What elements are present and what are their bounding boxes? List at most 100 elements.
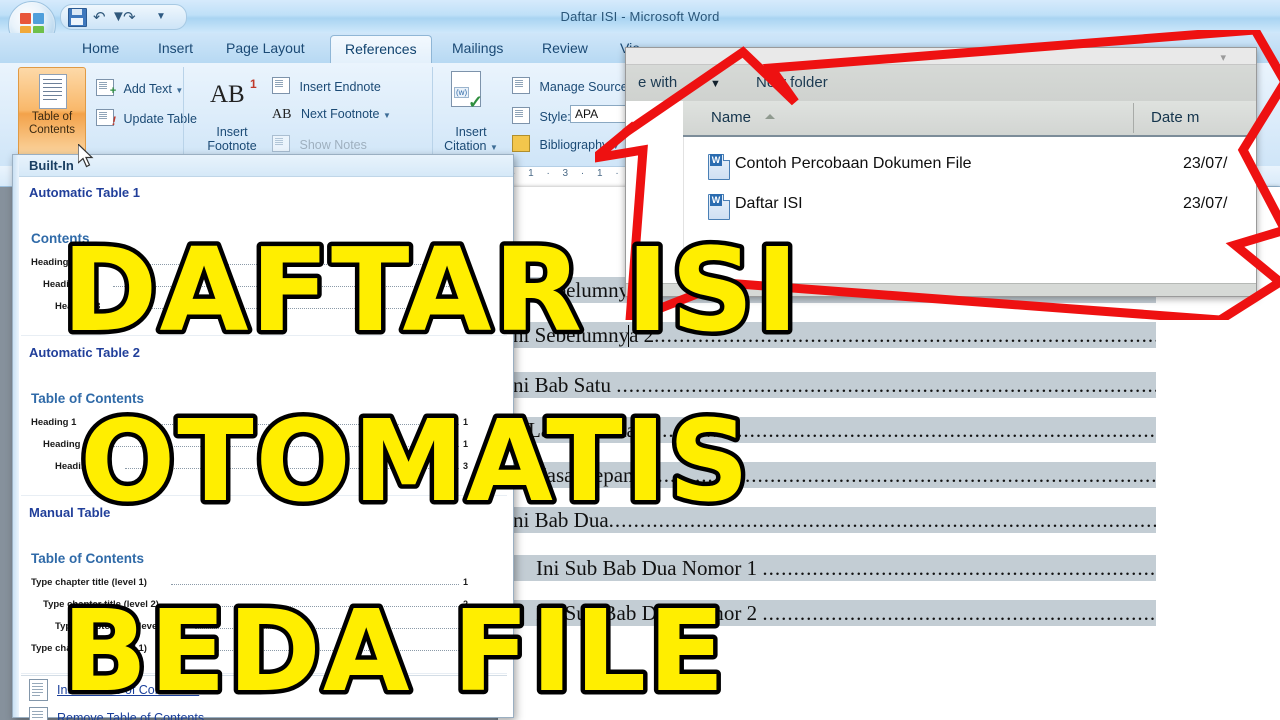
explorer-toolbar: e with ▼ New folder: [626, 65, 1256, 102]
gallery-card-dots: [125, 307, 459, 309]
insert-footnote-superscript: 1: [250, 77, 257, 91]
gallery-card-dots: [99, 263, 459, 265]
gallery-card-row: Heading 2: [43, 279, 89, 290]
toc-leader-dots: ........................................…: [654, 323, 1156, 347]
mouse-cursor-icon: [78, 144, 94, 168]
gallery-card-dots: [171, 649, 459, 651]
redo-icon[interactable]: ↶: [123, 8, 136, 26]
style-selector[interactable]: Style:: [512, 107, 571, 124]
toc-entry-7[interactable]: Ini Sub Bab Dua Nomor 2 ................…: [506, 600, 1156, 626]
gallery-section-automatic-table-2[interactable]: Automatic Table 2: [29, 345, 140, 360]
insert-citation-button[interactable]: Insert Citation ▼: [443, 125, 499, 155]
next-footnote-button[interactable]: AB Next Footnote ▼: [272, 107, 391, 123]
update-table-label: Update Table: [123, 112, 197, 126]
tab-home[interactable]: Home: [68, 35, 133, 63]
update-table-icon: !: [96, 109, 116, 128]
insert-footnote-label2: Footnote: [207, 139, 257, 153]
gallery-section-automatic-table-1[interactable]: Automatic Table 1: [29, 185, 140, 200]
insert-endnote-label: Insert Endnote: [299, 80, 381, 94]
column-divider[interactable]: [1133, 103, 1134, 133]
tab-references[interactable]: References: [330, 35, 432, 64]
gallery-card-num: 1: [463, 279, 469, 289]
show-notes-icon: [272, 135, 290, 152]
window-title: Daftar ISI - Microsoft Word: [560, 9, 720, 24]
explorer-body: Name Date m Contoh Percobaan Dokumen Fil…: [626, 101, 1256, 283]
gallery-card-row: Heading 1: [31, 257, 77, 268]
add-text-label: Add Text: [123, 82, 172, 96]
gallery-card-automatic-table-2[interactable]: Table of Contents Heading 1 1 Heading 2 …: [21, 365, 507, 496]
bibliography-caret-icon[interactable]: ▼: [612, 142, 620, 151]
group-separator-1: [183, 67, 184, 157]
bibliography-button[interactable]: Bibliography ▼: [512, 135, 620, 152]
toc-entry-text: Masa Depan: [528, 463, 634, 487]
column-header-date-modified[interactable]: Date m: [1151, 109, 1199, 126]
gallery-footer-divider: [21, 675, 507, 676]
gallery-card-row: Heading 1: [31, 417, 77, 428]
gallery-card-num: 3: [463, 621, 469, 631]
insert-footnote-glyph: AB: [210, 81, 245, 108]
remove-table-of-contents-item[interactable]: Remove Table of Contents: [57, 711, 204, 720]
column-header-name[interactable]: Name: [711, 109, 751, 126]
quick-access-toolbar: ↶ ▼ ↶ ▼: [60, 4, 187, 30]
text-caret: [628, 325, 629, 347]
toc-leader-dots: ........................................…: [762, 556, 1156, 580]
next-footnote-icon: AB: [272, 107, 292, 122]
file-row-1[interactable]: Daftar ISI 23/07/: [683, 189, 1256, 223]
toc-entry-5[interactable]: Ini Bab Dua.............................…: [506, 507, 1156, 533]
title-bar: Daftar ISI - Microsoft Word ↶ ▼ ↶ ▼: [0, 0, 1280, 49]
manage-sources-button[interactable]: Manage Source: [512, 77, 628, 94]
insert-table-of-contents-item[interactable]: Insert Table of Contents...: [57, 683, 199, 697]
tab-review[interactable]: Review: [528, 35, 602, 63]
share-with-button[interactable]: e with: [638, 74, 677, 91]
screenshot-root: Daftar ISI - Microsoft Word ↶ ▼ ↶ ▼ Home…: [0, 0, 1280, 720]
gallery-card-dots: [125, 467, 459, 469]
toc-entry-text: Ini Sub Bab Dua Nomor 1: [536, 556, 758, 580]
save-icon[interactable]: [68, 8, 87, 27]
gallery-card-manual-table[interactable]: Table of Contents Type chapter title (le…: [21, 525, 507, 674]
file-explorer-window[interactable]: ▾ e with ▼ New folder Name Date m Contoh…: [625, 47, 1257, 297]
insert-citation-caret-icon[interactable]: ▼: [490, 143, 498, 152]
gallery-card-row: Type chapter title (level 1): [31, 577, 147, 588]
gallery-card-num: 1: [463, 417, 469, 427]
file-date-modified: 23/07/: [1183, 195, 1228, 212]
gallery-card-title: Table of Contents: [31, 551, 144, 566]
next-footnote-caret-icon[interactable]: ▼: [383, 111, 391, 120]
toc-entry-3[interactable]: Latar Belakang .........................…: [506, 417, 1156, 443]
table-of-contents-button[interactable]: Table of Contents: [18, 67, 86, 157]
gallery-card-dots: [183, 605, 459, 607]
gallery-card-dots: [113, 445, 459, 447]
file-row-0[interactable]: Contoh Percobaan Dokumen File 23/07/: [683, 149, 1256, 183]
style-icon: [512, 107, 530, 124]
gallery-card-num: 1: [463, 439, 469, 449]
show-notes-label: Show Notes: [299, 138, 367, 152]
toc-entry-text: Ini Sebelumnya 2: [506, 323, 655, 347]
insert-footnote-button[interactable]: Insert Footnote: [204, 125, 260, 153]
toc-entry-6[interactable]: Ini Sub Bab Dua Nomor 1 ................…: [506, 555, 1156, 581]
gallery-left-edge: [13, 155, 19, 717]
gallery-section-manual-table[interactable]: Manual Table: [29, 505, 110, 520]
explorer-navigation-pane[interactable]: [626, 101, 684, 283]
gallery-card-row: Type chapter title (level 1): [31, 643, 147, 654]
table-of-contents-icon: [39, 74, 67, 109]
undo-icon[interactable]: ↶: [93, 8, 106, 26]
gallery-card-num: 4: [463, 643, 469, 653]
insert-endnote-button[interactable]: Insert Endnote: [272, 77, 381, 94]
gallery-card-num: 3: [463, 461, 469, 471]
tab-mailings[interactable]: Mailings: [438, 35, 517, 63]
file-name: Daftar ISI: [735, 195, 803, 212]
update-table-button[interactable]: ! Update Table: [96, 109, 197, 128]
tab-page-layout[interactable]: Page Layout: [212, 35, 319, 63]
add-text-button[interactable]: + Add Text ▼: [96, 79, 183, 97]
toc-entry-4[interactable]: Masa Depan .............................…: [506, 462, 1156, 488]
gallery-card-num: 2: [463, 599, 469, 609]
gallery-card-automatic-table-1[interactable]: Contents Heading 1 1 Heading 2 1 Heading…: [21, 205, 507, 336]
customize-qat-icon[interactable]: ▼: [156, 11, 166, 22]
new-folder-button[interactable]: New folder: [756, 74, 828, 91]
toc-entry-1[interactable]: Ini Sebelumnya 2........................…: [506, 322, 1156, 348]
share-with-caret-icon[interactable]: ▼: [710, 78, 721, 90]
manage-sources-icon: [512, 77, 530, 94]
sort-ascending-icon: [765, 114, 775, 119]
gallery-card-title: Contents: [31, 231, 90, 246]
toc-entry-2[interactable]: Ini Bab Satu ...........................…: [506, 372, 1156, 398]
tab-insert[interactable]: Insert: [144, 35, 207, 63]
